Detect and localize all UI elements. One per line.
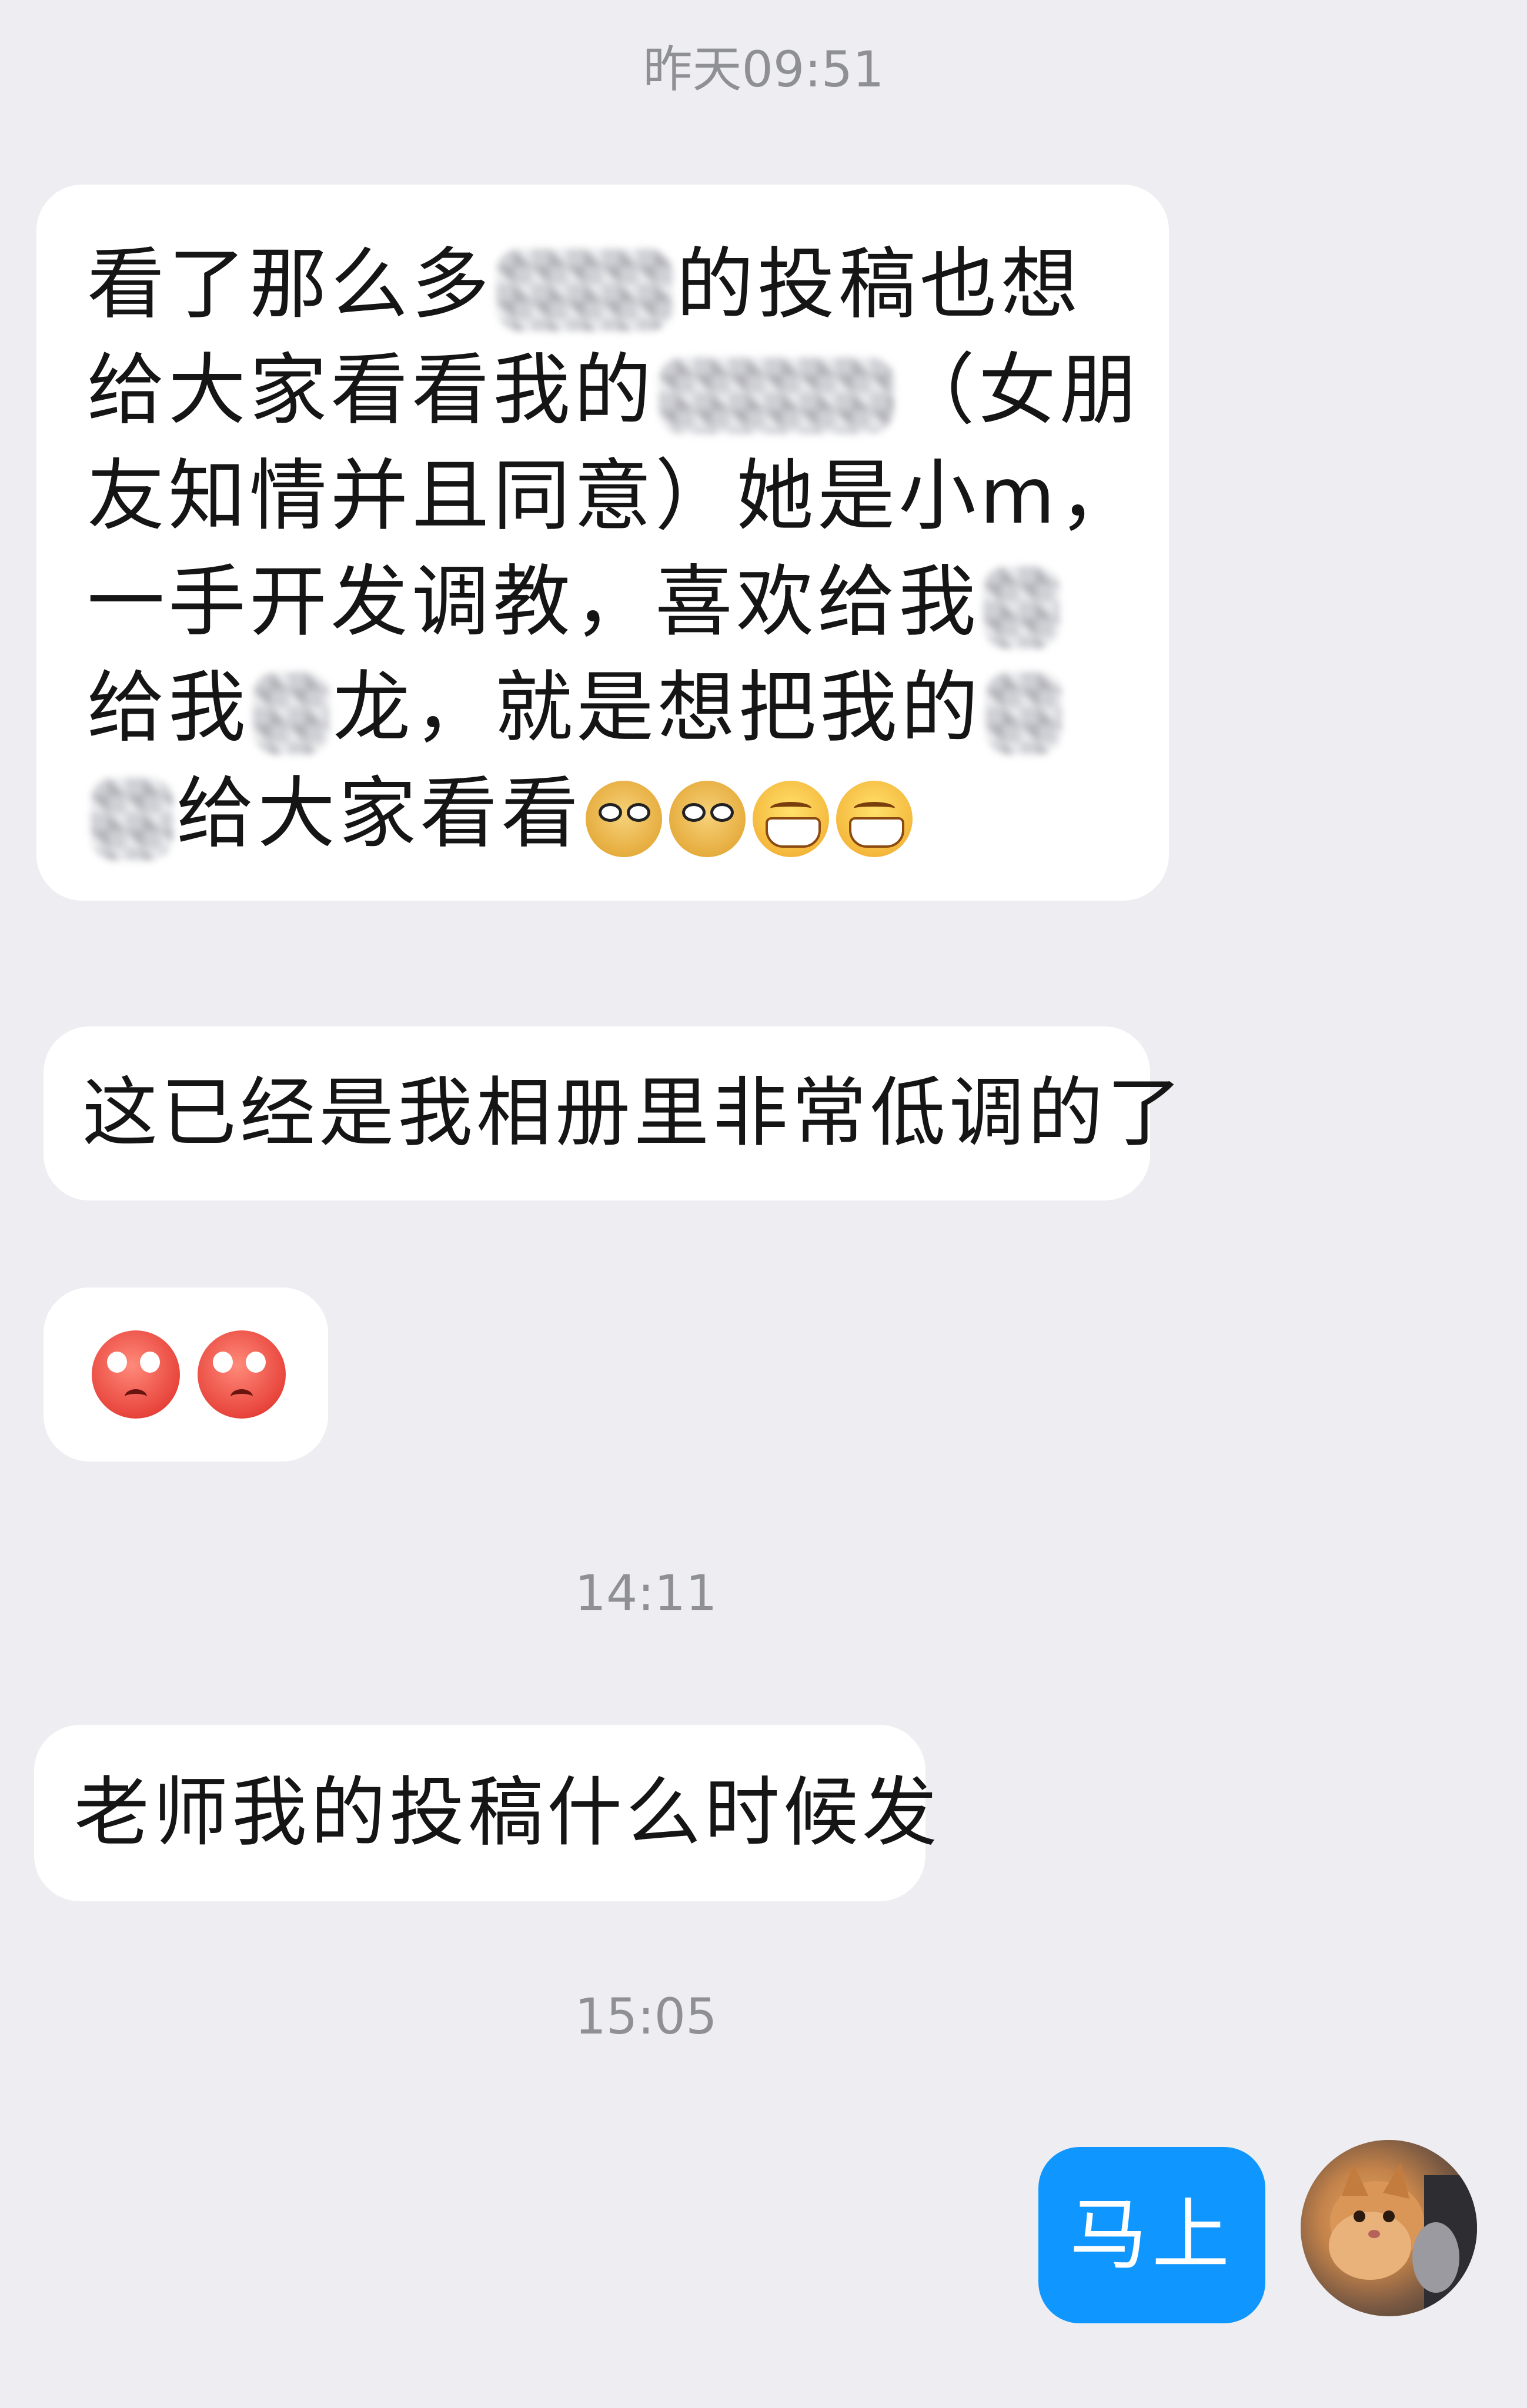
- text-segment: 的投稿也想: [676, 239, 1082, 330]
- message-text: 老师我的投稿什么时候发: [74, 1769, 941, 1857]
- censor-mosaic: [496, 248, 673, 331]
- worried-emoji-icon: [92, 1330, 180, 1419]
- censor-mosaic: [659, 357, 894, 434]
- doge-emoji-icon: [586, 780, 662, 857]
- message-bubble[interactable]: [44, 1287, 328, 1461]
- censor-mosaic: [91, 777, 173, 860]
- timestamp: 昨天09:51: [643, 41, 884, 98]
- outgoing-message-bubble[interactable]: 马上: [1038, 2147, 1265, 2323]
- worried-emoji-icon: [198, 1330, 286, 1419]
- text-segment: 给我: [87, 663, 249, 753]
- timestamp: 14:11: [574, 1564, 717, 1622]
- censor-mosaic: [983, 566, 1060, 648]
- timestamp: 15:05: [574, 1988, 717, 2045]
- text-segment: 看了那么多: [87, 239, 493, 330]
- text-segment: 给大家看看: [176, 768, 582, 859]
- text-segment: 给大家看看我的: [87, 345, 655, 436]
- message-text: 这已经是我相册里非常低调的了: [82, 1069, 1186, 1157]
- message-bubble[interactable]: 老师我的投稿什么时候发: [34, 1725, 937, 1901]
- message-text: 看了那么多 的投稿也想 给大家看看我的 （女朋 友知情并且同意）她是小m， 一手开发…: [87, 232, 1181, 867]
- text-segment: 一手开发调教，喜欢给我: [87, 557, 980, 647]
- censor-mosaic: [253, 671, 329, 754]
- text-segment: 友知情并且同意）她是小m，: [87, 451, 1140, 541]
- avatar[interactable]: [1301, 2140, 1477, 2316]
- text-segment: 龙，就是想把我的: [333, 663, 982, 753]
- grin-emoji-icon: [753, 780, 829, 857]
- grin-emoji-icon: [836, 780, 913, 857]
- text-segment: （女朋: [897, 345, 1141, 436]
- message-bubble[interactable]: 看了那么多 的投稿也想 给大家看看我的 （女朋 友知情并且同意）她是小m， 一手开发…: [36, 185, 1169, 901]
- doge-emoji-icon: [669, 780, 746, 857]
- censor-mosaic: [985, 671, 1062, 754]
- message-bubble[interactable]: 这已经是我相册里非常低调的了: [44, 1026, 1182, 1200]
- kitten-avatar-icon: [1329, 2163, 1477, 2316]
